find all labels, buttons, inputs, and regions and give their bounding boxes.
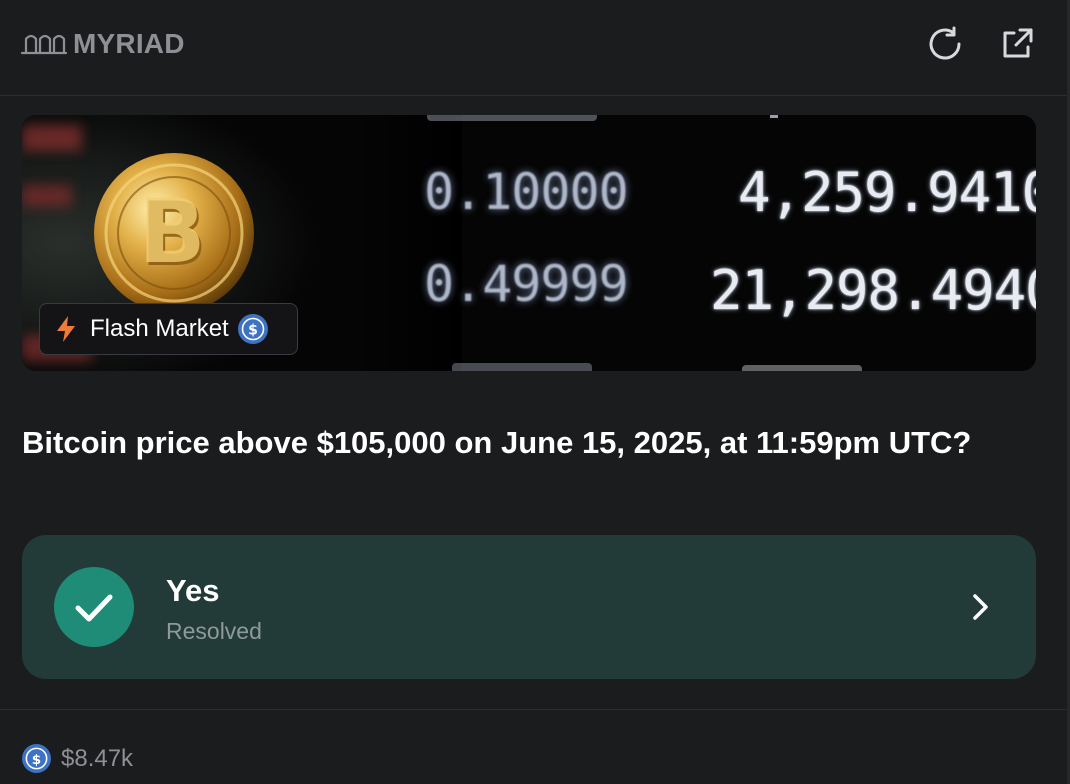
ticker-amount-2: 21,298.49402 bbox=[710, 259, 1036, 322]
market-card: MYRIAD B B 0.10000 4,259.941 0.49999 21,… bbox=[0, 0, 1070, 784]
resolved-outcome-row[interactable]: Yes Resolved bbox=[22, 535, 1036, 679]
outcome-name: Yes bbox=[166, 573, 220, 608]
footer-divider bbox=[0, 709, 1067, 710]
ticker-rate-1: 0.10000 bbox=[424, 163, 629, 221]
usdc-icon: $ bbox=[22, 744, 51, 773]
flash-market-label: Flash Market bbox=[90, 315, 229, 342]
volume-value: $8.47k bbox=[61, 744, 134, 772]
flash-market-badge: Flash Market $ bbox=[39, 303, 298, 355]
external-link-icon bbox=[1003, 28, 1033, 58]
chevron-right-icon[interactable] bbox=[964, 590, 996, 624]
brand[interactable]: MYRIAD bbox=[20, 28, 185, 60]
refresh-button[interactable] bbox=[925, 24, 965, 64]
market-banner-image: B B 0.10000 4,259.94100 0.49999 21,298.4… bbox=[22, 115, 1036, 371]
usdc-icon: $ bbox=[237, 314, 268, 344]
brand-name: MYRIAD bbox=[73, 28, 185, 59]
market-volume: $ $8.47k bbox=[22, 744, 133, 773]
card-header: MYRIAD bbox=[0, 0, 1067, 96]
svg-text:B: B bbox=[138, 180, 205, 283]
refresh-icon bbox=[929, 26, 961, 60]
svg-text:$: $ bbox=[32, 752, 41, 768]
bridge-logo-icon bbox=[20, 34, 68, 55]
resolved-check-badge bbox=[54, 567, 134, 647]
check-icon bbox=[75, 594, 113, 622]
open-external-button[interactable] bbox=[997, 24, 1037, 64]
svg-text:$: $ bbox=[248, 323, 258, 339]
ticker-rate-2: 0.49999 bbox=[424, 255, 629, 313]
outcome-status: Resolved bbox=[166, 618, 262, 644]
ticker-amount-1: 4,259.94100 bbox=[738, 161, 1036, 224]
market-question[interactable]: Bitcoin price above $105,000 on June 15,… bbox=[22, 424, 1042, 462]
lightning-icon bbox=[57, 316, 75, 342]
